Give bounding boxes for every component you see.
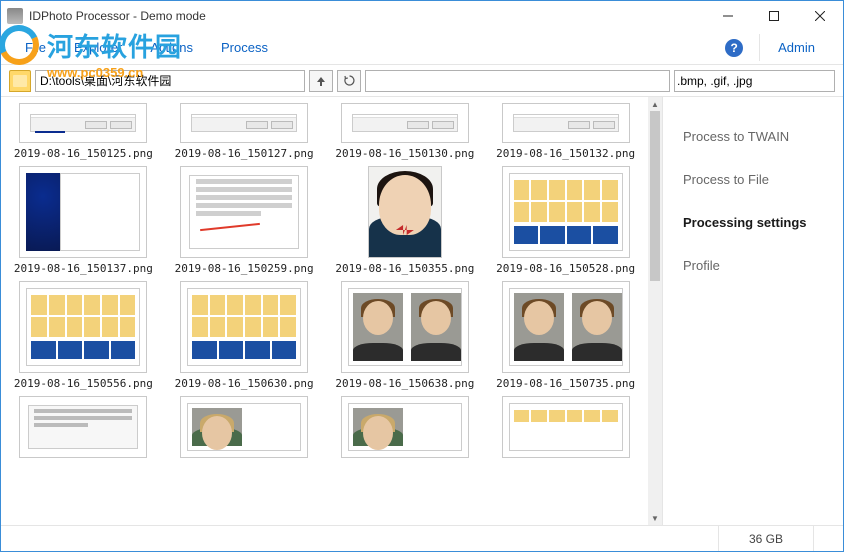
file-name: 2019-08-16_150130.png <box>335 147 474 160</box>
titlebar: IDPhoto Processor - Demo mode <box>1 1 843 31</box>
sidebar-item-file[interactable]: Process to File <box>681 158 825 201</box>
file-name: 2019-08-16_150638.png <box>335 377 474 390</box>
scrollbar-thumb[interactable] <box>650 111 660 281</box>
sidebar-item-processing-settings[interactable]: Processing settings <box>681 201 825 244</box>
file-name: 2019-08-16_150528.png <box>496 262 635 275</box>
file-name: 2019-08-16_150259.png <box>175 262 314 275</box>
scroll-up-icon[interactable]: ▲ <box>648 97 662 111</box>
file-name: 2019-08-16_150355.png <box>335 262 474 275</box>
file-item[interactable]: 2019-08-16_150127.png <box>170 103 319 160</box>
menu-actions[interactable]: Actions <box>136 34 207 61</box>
file-name: 2019-08-16_150556.png <box>14 377 153 390</box>
app-icon <box>7 8 23 24</box>
extension-filter[interactable] <box>674 70 835 92</box>
gallery: 2019-08-16_150125.png 2019-08-16_150127.… <box>1 97 663 525</box>
file-item[interactable] <box>170 396 319 458</box>
refresh-icon <box>344 75 355 86</box>
sidebar: Process to TWAIN Process to File Process… <box>663 97 843 525</box>
folder-icon[interactable] <box>9 70 31 92</box>
menu-explorer[interactable]: Explorer <box>60 34 136 61</box>
menubar: File Explorer Actions Process ? Admin <box>1 31 843 65</box>
file-item[interactable]: 2019-08-16_150355.png <box>331 166 480 275</box>
toolbar <box>1 65 843 97</box>
content: 2019-08-16_150125.png 2019-08-16_150127.… <box>1 97 843 525</box>
file-name: 2019-08-16_150735.png <box>496 377 635 390</box>
maximize-button[interactable] <box>751 1 797 31</box>
file-item[interactable]: 2019-08-16_150638.png <box>331 281 480 390</box>
menu-file[interactable]: File <box>11 34 60 61</box>
statusbar: 36 GB <box>1 525 843 551</box>
scroll-down-icon[interactable]: ▼ <box>648 511 662 525</box>
up-arrow-icon <box>316 76 326 86</box>
window-controls <box>705 1 843 31</box>
file-name: 2019-08-16_150125.png <box>14 147 153 160</box>
file-item[interactable]: 2019-08-16_150259.png <box>170 166 319 275</box>
help-icon[interactable]: ? <box>725 39 743 57</box>
file-item[interactable]: 2019-08-16_150130.png <box>331 103 480 160</box>
file-item[interactable] <box>331 396 480 458</box>
search-input[interactable] <box>365 70 670 92</box>
refresh-button[interactable] <box>337 70 361 92</box>
sidebar-item-twain[interactable]: Process to TWAIN <box>681 115 825 158</box>
file-item[interactable]: 2019-08-16_150556.png <box>9 281 158 390</box>
file-item[interactable]: 2019-08-16_150132.png <box>491 103 640 160</box>
file-item[interactable]: 2019-08-16_150125.png <box>9 103 158 160</box>
file-name: 2019-08-16_150630.png <box>175 377 314 390</box>
file-item[interactable]: 2019-08-16_150137.png <box>9 166 158 275</box>
file-item[interactable]: 2019-08-16_150735.png <box>491 281 640 390</box>
vertical-scrollbar[interactable]: ▲ ▼ <box>648 97 662 525</box>
file-name: 2019-08-16_150137.png <box>14 262 153 275</box>
menu-process[interactable]: Process <box>207 34 282 61</box>
file-item[interactable]: 2019-08-16_150528.png <box>491 166 640 275</box>
status-empty <box>813 526 843 551</box>
path-input[interactable] <box>35 70 305 92</box>
file-item[interactable]: 2019-08-16_150630.png <box>170 281 319 390</box>
file-name: 2019-08-16_150132.png <box>496 147 635 160</box>
status-disk: 36 GB <box>718 526 813 551</box>
close-button[interactable] <box>797 1 843 31</box>
file-name: 2019-08-16_150127.png <box>175 147 314 160</box>
file-item[interactable] <box>9 396 158 458</box>
up-button[interactable] <box>309 70 333 92</box>
menu-admin[interactable]: Admin <box>759 34 833 61</box>
window-title: IDPhoto Processor - Demo mode <box>29 9 206 23</box>
file-item[interactable] <box>491 396 640 458</box>
sidebar-item-profile[interactable]: Profile <box>681 244 825 287</box>
minimize-button[interactable] <box>705 1 751 31</box>
